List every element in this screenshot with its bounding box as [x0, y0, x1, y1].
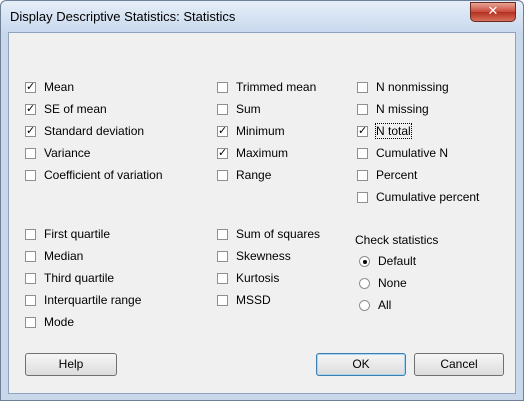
check-statistics-title: Check statistics	[355, 233, 439, 247]
checkbox-label: Third quartile	[44, 271, 115, 285]
checkbox-minimum[interactable]: Minimum	[217, 123, 285, 139]
checkbox-box[interactable]	[25, 316, 36, 328]
checkbox-label: N missing	[376, 102, 429, 116]
checkbox-box[interactable]	[25, 272, 36, 284]
radio-circle[interactable]	[359, 299, 370, 311]
checkbox-coefficient-of-variation[interactable]: Coefficient of variation	[25, 167, 163, 183]
checkbox-label: Sum of squares	[236, 227, 321, 241]
checkbox-label: First quartile	[44, 227, 111, 241]
checkbox-label: Trimmed mean	[236, 80, 317, 94]
checkbox-box[interactable]	[25, 169, 36, 181]
checkbox-label: N nonmissing	[376, 80, 449, 94]
dialog-client-area: Mean SE of mean Standard deviation Varia…	[8, 32, 516, 394]
close-icon: ✕	[487, 4, 499, 19]
radio-circle[interactable]	[359, 255, 370, 267]
checkbox-box[interactable]	[217, 124, 228, 137]
checkbox-label: Cumulative N	[376, 146, 449, 160]
checkbox-cumulative-n[interactable]: Cumulative N	[357, 145, 448, 161]
checkbox-variance[interactable]: Variance	[25, 145, 90, 161]
checkbox-label: Minimum	[236, 124, 285, 138]
radio-label: None	[378, 276, 407, 290]
checkbox-label: Coefficient of variation	[44, 168, 163, 182]
checkbox-box[interactable]	[357, 169, 368, 181]
checkbox-label: N total	[375, 123, 412, 139]
checkbox-skewness[interactable]: Skewness	[217, 248, 291, 264]
checkbox-label: Median	[44, 249, 84, 263]
checkbox-n-nonmissing[interactable]: N nonmissing	[357, 79, 449, 95]
checkbox-box[interactable]	[25, 147, 36, 159]
checkbox-box[interactable]	[217, 146, 228, 159]
checkbox-kurtosis[interactable]: Kurtosis	[217, 270, 279, 286]
checkbox-maximum[interactable]: Maximum	[217, 145, 288, 161]
checkbox-box[interactable]	[217, 103, 228, 115]
checkbox-box[interactable]	[357, 103, 368, 115]
checkbox-mssd[interactable]: MSSD	[217, 292, 271, 308]
checkbox-range[interactable]: Range	[217, 167, 271, 183]
checkbox-label: Range	[236, 168, 272, 182]
checkbox-sum-of-squares[interactable]: Sum of squares	[217, 226, 320, 242]
checkbox-label: MSSD	[236, 293, 271, 307]
checkbox-box[interactable]	[357, 191, 368, 203]
checkbox-label: Mode	[44, 315, 75, 329]
checkbox-n-total[interactable]: N total	[357, 123, 412, 139]
checkbox-box[interactable]	[357, 81, 368, 93]
checkbox-box[interactable]	[357, 147, 368, 159]
radio-none[interactable]: None	[359, 275, 407, 291]
close-button[interactable]: ✕	[470, 2, 516, 22]
checkbox-label: SE of mean	[44, 102, 107, 116]
checkbox-box[interactable]	[217, 169, 228, 181]
cancel-button[interactable]: Cancel	[414, 353, 504, 376]
checkbox-median[interactable]: Median	[25, 248, 83, 264]
checkbox-first-quartile[interactable]: First quartile	[25, 226, 110, 242]
checkbox-label: Standard deviation	[44, 124, 145, 138]
checkbox-box[interactable]	[25, 294, 36, 306]
checkbox-box[interactable]	[25, 250, 36, 262]
checkbox-label: Variance	[44, 146, 91, 160]
checkbox-third-quartile[interactable]: Third quartile	[25, 270, 114, 286]
checkbox-mode[interactable]: Mode	[25, 314, 74, 330]
checkbox-cumulative-percent[interactable]: Cumulative percent	[357, 189, 479, 205]
checkbox-label: Skewness	[236, 249, 291, 263]
checkbox-box[interactable]	[25, 228, 36, 240]
radio-all[interactable]: All	[359, 297, 391, 313]
checkbox-label: Mean	[44, 80, 75, 94]
checkbox-mean[interactable]: Mean	[25, 79, 74, 95]
checkbox-label: Percent	[376, 168, 418, 182]
checkbox-box[interactable]	[217, 81, 228, 93]
checkbox-label: Sum	[236, 102, 261, 116]
ok-button[interactable]: OK	[316, 353, 406, 376]
checkbox-box[interactable]	[217, 272, 228, 284]
help-button[interactable]: Help	[25, 353, 117, 376]
checkbox-sum[interactable]: Sum	[217, 101, 261, 117]
checkbox-interquartile-range[interactable]: Interquartile range	[25, 292, 141, 308]
checkbox-label: Interquartile range	[44, 293, 142, 307]
checkbox-box[interactable]	[25, 124, 36, 137]
checkbox-box[interactable]	[25, 102, 36, 115]
radio-label: All	[378, 298, 392, 312]
checkbox-percent[interactable]: Percent	[357, 167, 417, 183]
checkbox-box[interactable]	[217, 228, 228, 240]
checkbox-standard-deviation[interactable]: Standard deviation	[25, 123, 144, 139]
title-bar[interactable]: Display Descriptive Statistics: Statisti…	[1, 1, 523, 32]
checkbox-label: Cumulative percent	[376, 190, 480, 204]
checkbox-box[interactable]	[357, 124, 368, 137]
checkbox-n-missing[interactable]: N missing	[357, 101, 429, 117]
radio-circle[interactable]	[359, 277, 370, 289]
radio-label: Default	[378, 254, 417, 268]
checkbox-label: Maximum	[236, 146, 289, 160]
checkbox-box[interactable]	[217, 294, 228, 306]
radio-default[interactable]: Default	[359, 253, 416, 269]
window-title: Display Descriptive Statistics: Statisti…	[10, 9, 236, 24]
checkbox-se-of-mean[interactable]: SE of mean	[25, 101, 107, 117]
checkbox-box[interactable]	[25, 80, 36, 93]
checkbox-trimmed-mean[interactable]: Trimmed mean	[217, 79, 316, 95]
checkbox-box[interactable]	[217, 250, 228, 262]
dialog-window: Display Descriptive Statistics: Statisti…	[0, 0, 524, 401]
checkbox-label: Kurtosis	[236, 271, 280, 285]
